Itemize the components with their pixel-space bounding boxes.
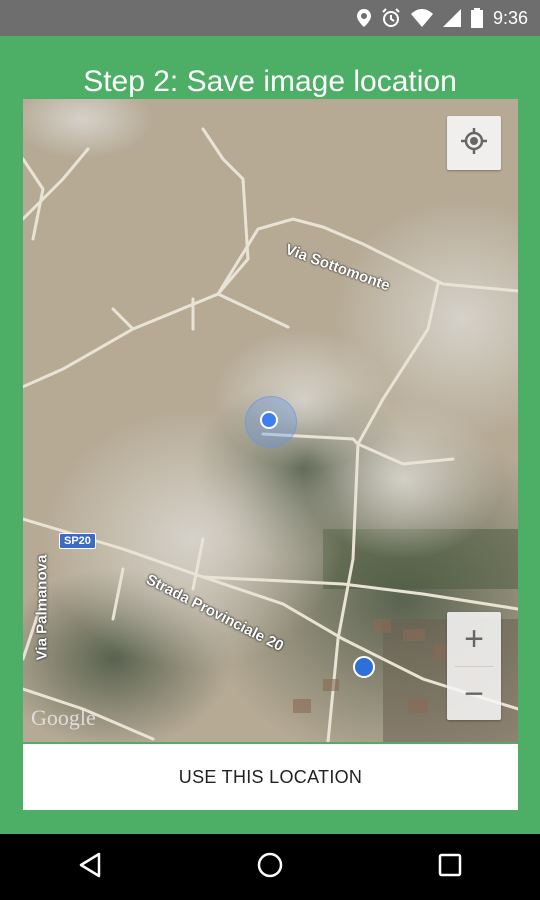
status-time: 9:36 [492, 7, 528, 28]
use-this-location-button[interactable]: USE THIS LOCATION [23, 744, 518, 810]
crosshair-icon [459, 126, 489, 161]
route-badge: SP20 [59, 533, 96, 549]
my-location-button[interactable] [447, 116, 501, 170]
back-icon [78, 852, 102, 883]
alarm-icon [381, 8, 401, 28]
bus-stop-icon[interactable] [353, 656, 375, 678]
battery-icon [470, 8, 483, 28]
home-button[interactable] [230, 834, 310, 900]
zoom-controls: + − [447, 612, 501, 720]
map-view[interactable]: Via Sottomonte Strada Provinciale 20 Via… [23, 99, 518, 742]
zoom-out-button[interactable]: − [447, 667, 501, 721]
recents-button[interactable] [410, 834, 490, 900]
location-icon [356, 9, 371, 27]
back-button[interactable] [50, 834, 130, 900]
wifi-icon [410, 9, 433, 27]
page-title: Step 2: Save image location [83, 65, 457, 98]
recents-icon [438, 853, 462, 882]
home-icon [257, 852, 283, 883]
google-logo: Google [31, 705, 96, 730]
navigation-bar [0, 834, 540, 900]
current-location-pin [260, 411, 278, 429]
road-label-via-palmanova: Via Palmanova [33, 554, 51, 661]
status-icons: 9:36 [356, 0, 528, 36]
signal-icon [442, 9, 461, 27]
status-bar: 9:36 [0, 0, 540, 36]
zoom-in-button[interactable]: + [447, 612, 501, 666]
